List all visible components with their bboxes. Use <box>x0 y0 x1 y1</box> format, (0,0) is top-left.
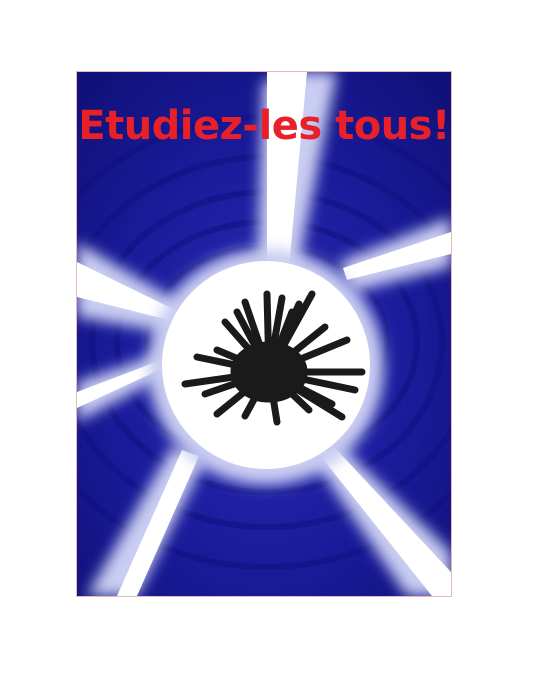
poster-title: Etudiez-les tous! <box>78 103 450 149</box>
page: Etudiez-les tous! <box>0 0 536 700</box>
poster: Etudiez-les tous! <box>76 71 452 597</box>
poster-artwork <box>77 72 451 596</box>
